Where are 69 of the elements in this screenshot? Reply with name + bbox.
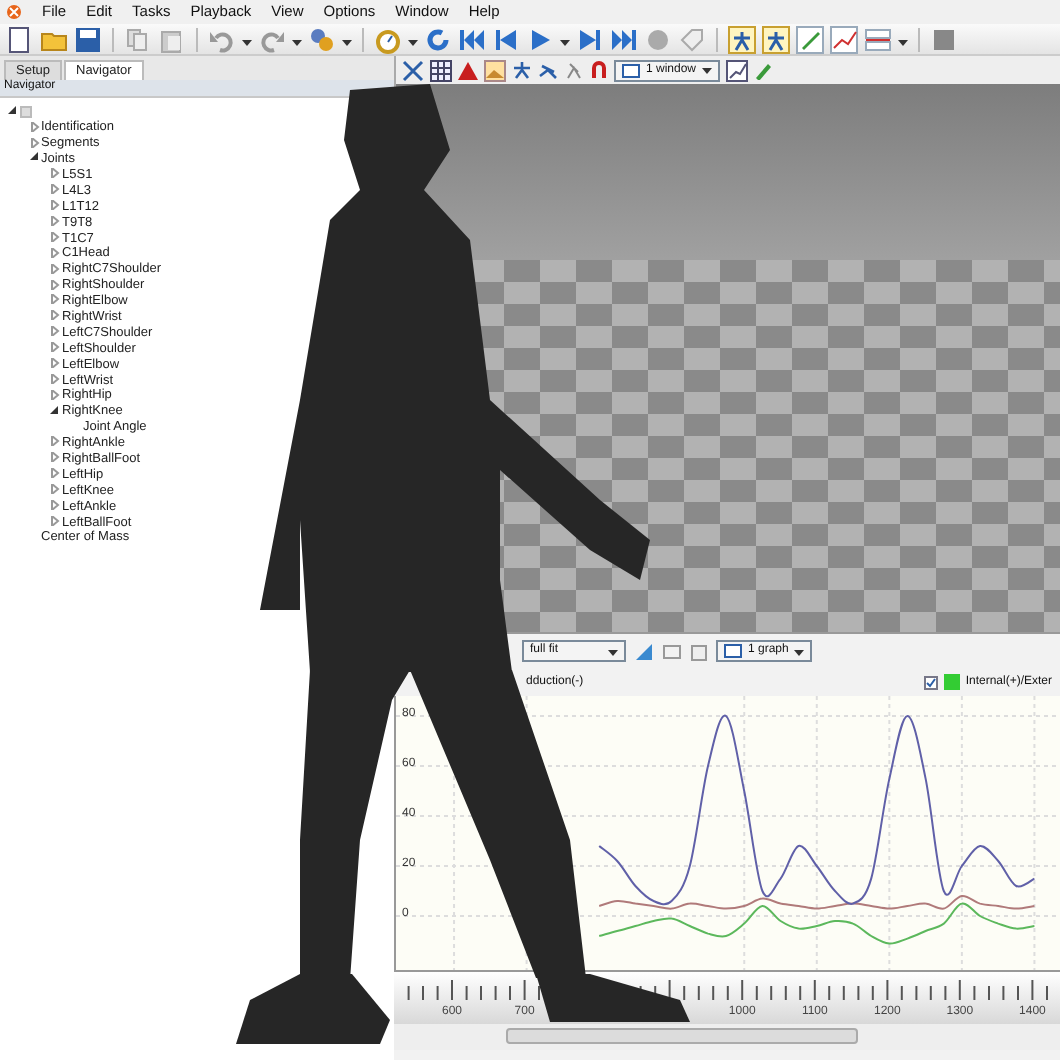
scrollbar-thumb[interactable]: [506, 1028, 858, 1044]
step-back-icon[interactable]: [492, 25, 520, 53]
caret-icon[interactable]: [292, 36, 302, 42]
expand-arrow-icon[interactable]: [50, 216, 60, 227]
collapse-arrow-icon[interactable]: [50, 405, 60, 416]
caret-icon[interactable]: [702, 67, 713, 73]
expand-arrow-icon[interactable]: [50, 342, 60, 353]
step-forward-icon[interactable]: [576, 25, 604, 53]
expand-arrow-icon[interactable]: [50, 484, 60, 495]
grid-icon[interactable]: [430, 59, 452, 81]
expand-arrow-icon[interactable]: [50, 326, 60, 337]
caret-icon[interactable]: [608, 648, 618, 654]
triangle-icon[interactable]: [458, 60, 478, 80]
caret-icon[interactable]: [794, 648, 805, 654]
refresh-icon[interactable]: [424, 25, 452, 53]
skip-back-icon[interactable]: [458, 25, 486, 53]
layout-icon[interactable]: [864, 25, 892, 53]
expand-arrow-icon[interactable]: [50, 468, 60, 479]
expand-arrow-icon[interactable]: [50, 247, 60, 258]
panel-icon[interactable]: [930, 25, 958, 53]
expand-arrow-icon[interactable]: [50, 231, 60, 242]
checkbox[interactable]: [923, 675, 938, 689]
new-file-icon[interactable]: [6, 25, 34, 53]
collapse-arrow-icon[interactable]: [29, 152, 39, 163]
expand-arrow-icon[interactable]: [50, 263, 60, 274]
expand-arrow-icon[interactable]: [50, 168, 60, 179]
expand-arrow-icon[interactable]: [50, 279, 60, 290]
expand-arrow-icon[interactable]: [50, 436, 60, 447]
expand-arrow-icon[interactable]: [50, 358, 60, 369]
expand-arrow-icon[interactable]: [29, 121, 39, 132]
expand-arrow-icon[interactable]: [50, 389, 60, 400]
paste-icon[interactable]: [158, 25, 186, 53]
expand-arrow-icon[interactable]: [29, 137, 39, 148]
pencil-icon[interactable]: [754, 60, 773, 80]
zoom-fit-icon[interactable]: [662, 641, 682, 661]
expand-arrow-icon[interactable]: [50, 515, 60, 526]
node-square-icon: [20, 105, 32, 118]
stick-figure-icon[interactable]: [538, 60, 558, 80]
magnet-icon[interactable]: [590, 60, 608, 80]
copy-icon[interactable]: [124, 25, 152, 53]
image-icon[interactable]: [484, 59, 506, 81]
expand-arrow-icon[interactable]: [50, 310, 60, 321]
record-icon[interactable]: [644, 25, 672, 53]
ruler-icon[interactable]: [634, 641, 654, 661]
app-logo-icon[interactable]: [6, 4, 22, 20]
collapse-arrow-icon[interactable]: [8, 105, 18, 116]
pencil-icon[interactable]: [796, 25, 824, 53]
expand-arrow-icon[interactable]: [50, 452, 60, 463]
chart-icon[interactable]: [726, 59, 749, 81]
expand-arrow-icon[interactable]: [50, 294, 60, 305]
caret-icon[interactable]: [242, 36, 252, 42]
running-figure-icon[interactable]: [512, 60, 532, 80]
zoom-icon[interactable]: [690, 641, 708, 661]
window-icon: [622, 63, 640, 77]
line-chart-icon[interactable]: [830, 25, 858, 53]
expand-arrow-icon[interactable]: [50, 200, 60, 211]
caret-icon[interactable]: [560, 36, 570, 42]
window-icon: [724, 644, 742, 658]
expand-arrow-icon[interactable]: [50, 500, 60, 511]
caret-icon[interactable]: [898, 36, 908, 42]
expand-arrow-icon[interactable]: [50, 184, 60, 195]
caret-icon[interactable]: [408, 36, 418, 42]
skip-forward-icon[interactable]: [610, 25, 638, 53]
figure-icon[interactable]: [728, 25, 756, 53]
figure-icon[interactable]: [762, 25, 790, 53]
stick-figure-icon[interactable]: [564, 60, 584, 80]
expand-arrow-icon[interactable]: [50, 373, 60, 384]
caret-icon[interactable]: [342, 36, 352, 42]
save-icon[interactable]: [74, 25, 102, 53]
